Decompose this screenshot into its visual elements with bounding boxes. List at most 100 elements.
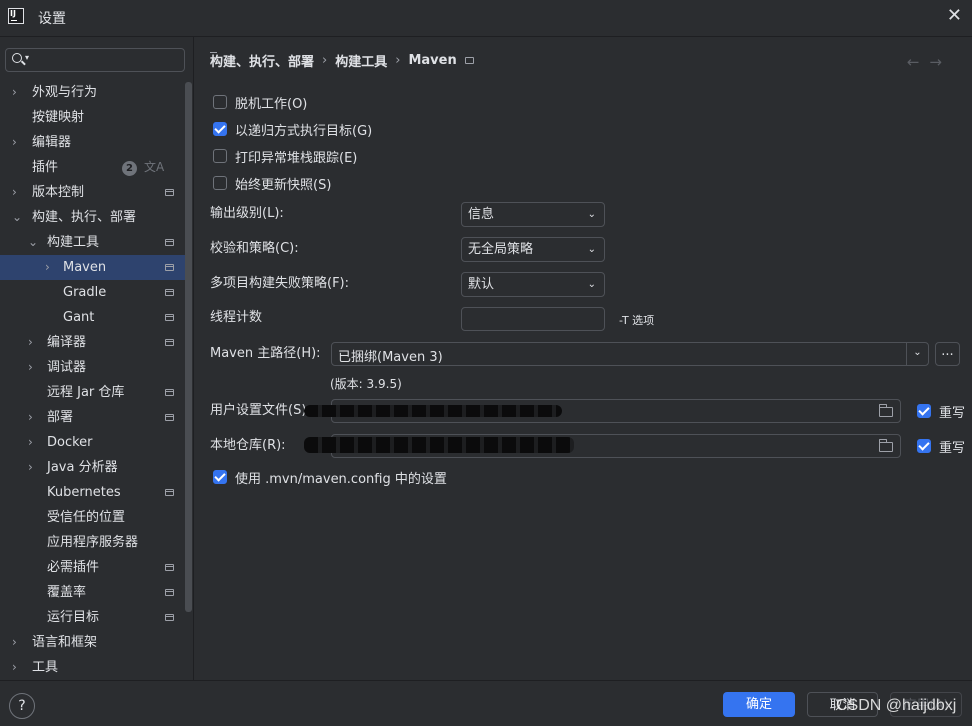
chevron-down-icon: ⌄ [587, 279, 596, 290]
checksum-policy-label: 校验和策略(C): [210, 241, 299, 256]
sidebar-item-gant[interactable]: Gant [0, 305, 185, 330]
sidebar-item-label: 工具 [32, 660, 59, 675]
output-level-select[interactable]: 信息 ⌄ [461, 202, 605, 227]
fail-policy-select[interactable]: 默认 ⌄ [461, 272, 605, 297]
sidebar-item-trusted-locations[interactable]: 受信任的位置 [0, 505, 185, 530]
project-level-icon [165, 264, 174, 271]
sidebar-item-build-execution-deployment[interactable]: ⌄ 构建、执行、部署 [0, 205, 185, 230]
checksum-policy-select[interactable]: 无全局策略 ⌄ [461, 237, 605, 262]
sidebar-item-appearance[interactable]: › 外观与行为 [0, 80, 185, 105]
sidebar-item-label: 应用程序服务器 [47, 535, 139, 550]
sidebar-item-editor[interactable]: › 编辑器 [0, 130, 185, 155]
sidebar-item-label: Java 分析器 [47, 460, 118, 475]
checkbox-label: 打印异常堆栈跟踪(E) [235, 150, 358, 166]
redaction-scribble [304, 405, 562, 417]
sidebar-item-application-servers[interactable]: 应用程序服务器 [0, 530, 185, 555]
sidebar-item-java-profiler[interactable]: › Java 分析器 [0, 455, 185, 480]
breadcrumb-item[interactable]: 构建工具 [335, 51, 387, 70]
user-settings-override-checkbox[interactable]: 重写 [917, 401, 965, 421]
chevron-right-icon: › [12, 635, 17, 649]
back-arrow-icon[interactable]: ← [907, 53, 930, 71]
checkbox-checked[interactable] [917, 404, 931, 418]
sidebar-item-languages-frameworks[interactable]: › 语言和框架 [0, 630, 185, 655]
sidebar-item-required-plugins[interactable]: 必需插件 [0, 555, 185, 580]
sidebar-item-keymap[interactable]: 按键映射 [0, 105, 185, 130]
chevron-right-icon: › [12, 135, 17, 149]
breadcrumb-separator: › [322, 53, 328, 68]
sidebar-item-label: 构建、执行、部署 [32, 210, 137, 225]
project-level-icon [165, 339, 174, 346]
breadcrumb-item[interactable]: 构建、执行、部署 [210, 51, 314, 70]
sidebar-item-label: 构建工具 [47, 235, 100, 250]
checkbox-checked[interactable] [213, 122, 227, 136]
checkbox-label: 使用 .mvn/maven.config 中的设置 [235, 471, 447, 487]
folder-icon[interactable] [879, 404, 893, 417]
checkbox-unchecked[interactable] [213, 176, 227, 190]
combobox-value: 已捆绑(Maven 3) [338, 350, 443, 365]
sidebar-item-coverage[interactable]: 覆盖率 [0, 580, 185, 605]
checkbox-label: 脱机工作(O) [235, 96, 308, 112]
chevron-right-icon: › [12, 85, 17, 99]
help-button[interactable]: ? [9, 693, 35, 719]
maven-home-combobox[interactable]: 已捆绑(Maven 3) ⌄ [331, 342, 929, 366]
sidebar-item-label: 插件 [32, 160, 59, 175]
use-mvn-config-checkbox[interactable]: 使用 .mvn/maven.config 中的设置 [213, 467, 447, 487]
sidebar-item-label: 运行目标 [47, 610, 100, 625]
sidebar-item-remote-jar-repos[interactable]: 远程 Jar 仓库 [0, 380, 185, 405]
project-level-icon [165, 614, 174, 621]
sidebar-item-vcs[interactable]: › 版本控制 [0, 180, 185, 205]
apply-button[interactable]: 应用(A) [890, 692, 962, 717]
sidebar-item-label: 外观与行为 [32, 85, 98, 100]
search-input[interactable]: ▾ [5, 48, 185, 72]
checkbox-checked[interactable] [917, 439, 931, 453]
sidebar-item-tools[interactable]: › 工具 [0, 655, 185, 680]
recursive-goals-checkbox[interactable]: 以递归方式执行目标(G) [213, 119, 372, 139]
sidebar-item-plugins[interactable]: 插件 2 文A [0, 155, 185, 180]
folder-icon[interactable] [879, 439, 893, 452]
local-repo-override-checkbox[interactable]: 重写 [917, 436, 965, 456]
sidebar-scrollbar[interactable] [185, 82, 192, 612]
chevron-right-icon: › [45, 260, 50, 274]
sidebar-item-label: Kubernetes [47, 485, 121, 500]
print-stacktrace-checkbox[interactable]: 打印异常堆栈跟踪(E) [213, 146, 357, 166]
sidebar-item-label: 受信任的位置 [47, 510, 126, 525]
project-level-icon [165, 289, 174, 296]
sidebar-item-gradle[interactable]: Gradle [0, 280, 185, 305]
project-level-icon [165, 239, 174, 246]
checkbox-label: 重写 [939, 440, 966, 456]
sidebar-item-deployment[interactable]: › 部署 [0, 405, 185, 430]
sidebar-item-docker[interactable]: › Docker [0, 430, 185, 455]
thread-count-input[interactable] [461, 307, 605, 331]
chevron-down-icon: ⌄ [587, 244, 596, 255]
sidebar-item-label: Docker [47, 435, 93, 450]
sidebar-item-maven[interactable]: › Maven [0, 255, 185, 280]
sidebar-item-run-targets[interactable]: 运行目标 [0, 605, 185, 630]
checkbox-checked[interactable] [213, 470, 227, 484]
cancel-button[interactable]: 取消 [807, 692, 878, 717]
checkbox-unchecked[interactable] [213, 95, 227, 109]
close-icon[interactable]: ✕ [947, 5, 962, 26]
settings-sidebar: ▾ › 外观与行为 按键映射 › 编辑器 插件 2 文A › 版本控制 ⌄ 构建… [0, 37, 193, 680]
local-repo-label: 本地仓库(R): [210, 438, 286, 453]
sidebar-item-build-tools[interactable]: ⌄ 构建工具 [0, 230, 185, 255]
sidebar-item-label: 覆盖率 [47, 585, 87, 600]
browse-maven-home-button[interactable]: ... [935, 342, 960, 366]
select-value: 信息 [468, 207, 495, 222]
chevron-right-icon: › [28, 360, 33, 374]
checkbox-unchecked[interactable] [213, 149, 227, 163]
chevron-right-icon: › [28, 410, 33, 424]
sidebar-item-label: 编译器 [47, 335, 87, 350]
chevron-down-icon[interactable]: ⌄ [906, 343, 928, 365]
update-snapshots-checkbox[interactable]: 始终更新快照(S) [213, 173, 331, 193]
sidebar-item-label: 按键映射 [32, 110, 85, 125]
search-options-icon[interactable]: ▾ [25, 53, 29, 62]
sidebar-item-kubernetes[interactable]: Kubernetes [0, 480, 185, 505]
work-offline-checkbox[interactable]: 脱机工作(O) [213, 92, 307, 112]
sidebar-item-debugger[interactable]: › 调试器 [0, 355, 185, 380]
ok-button[interactable]: 确定 [723, 692, 795, 717]
checkbox-label: 始终更新快照(S) [235, 177, 332, 193]
checkbox-label: 以递归方式执行目标(G) [235, 123, 373, 139]
forward-arrow-icon[interactable]: → [929, 53, 952, 71]
sidebar-item-compiler[interactable]: › 编译器 [0, 330, 185, 355]
maven-settings-panel: 构建、执行、部署 › 构建工具 › Maven ←→ 脱机工作(O) 以递归方式… [194, 37, 972, 680]
